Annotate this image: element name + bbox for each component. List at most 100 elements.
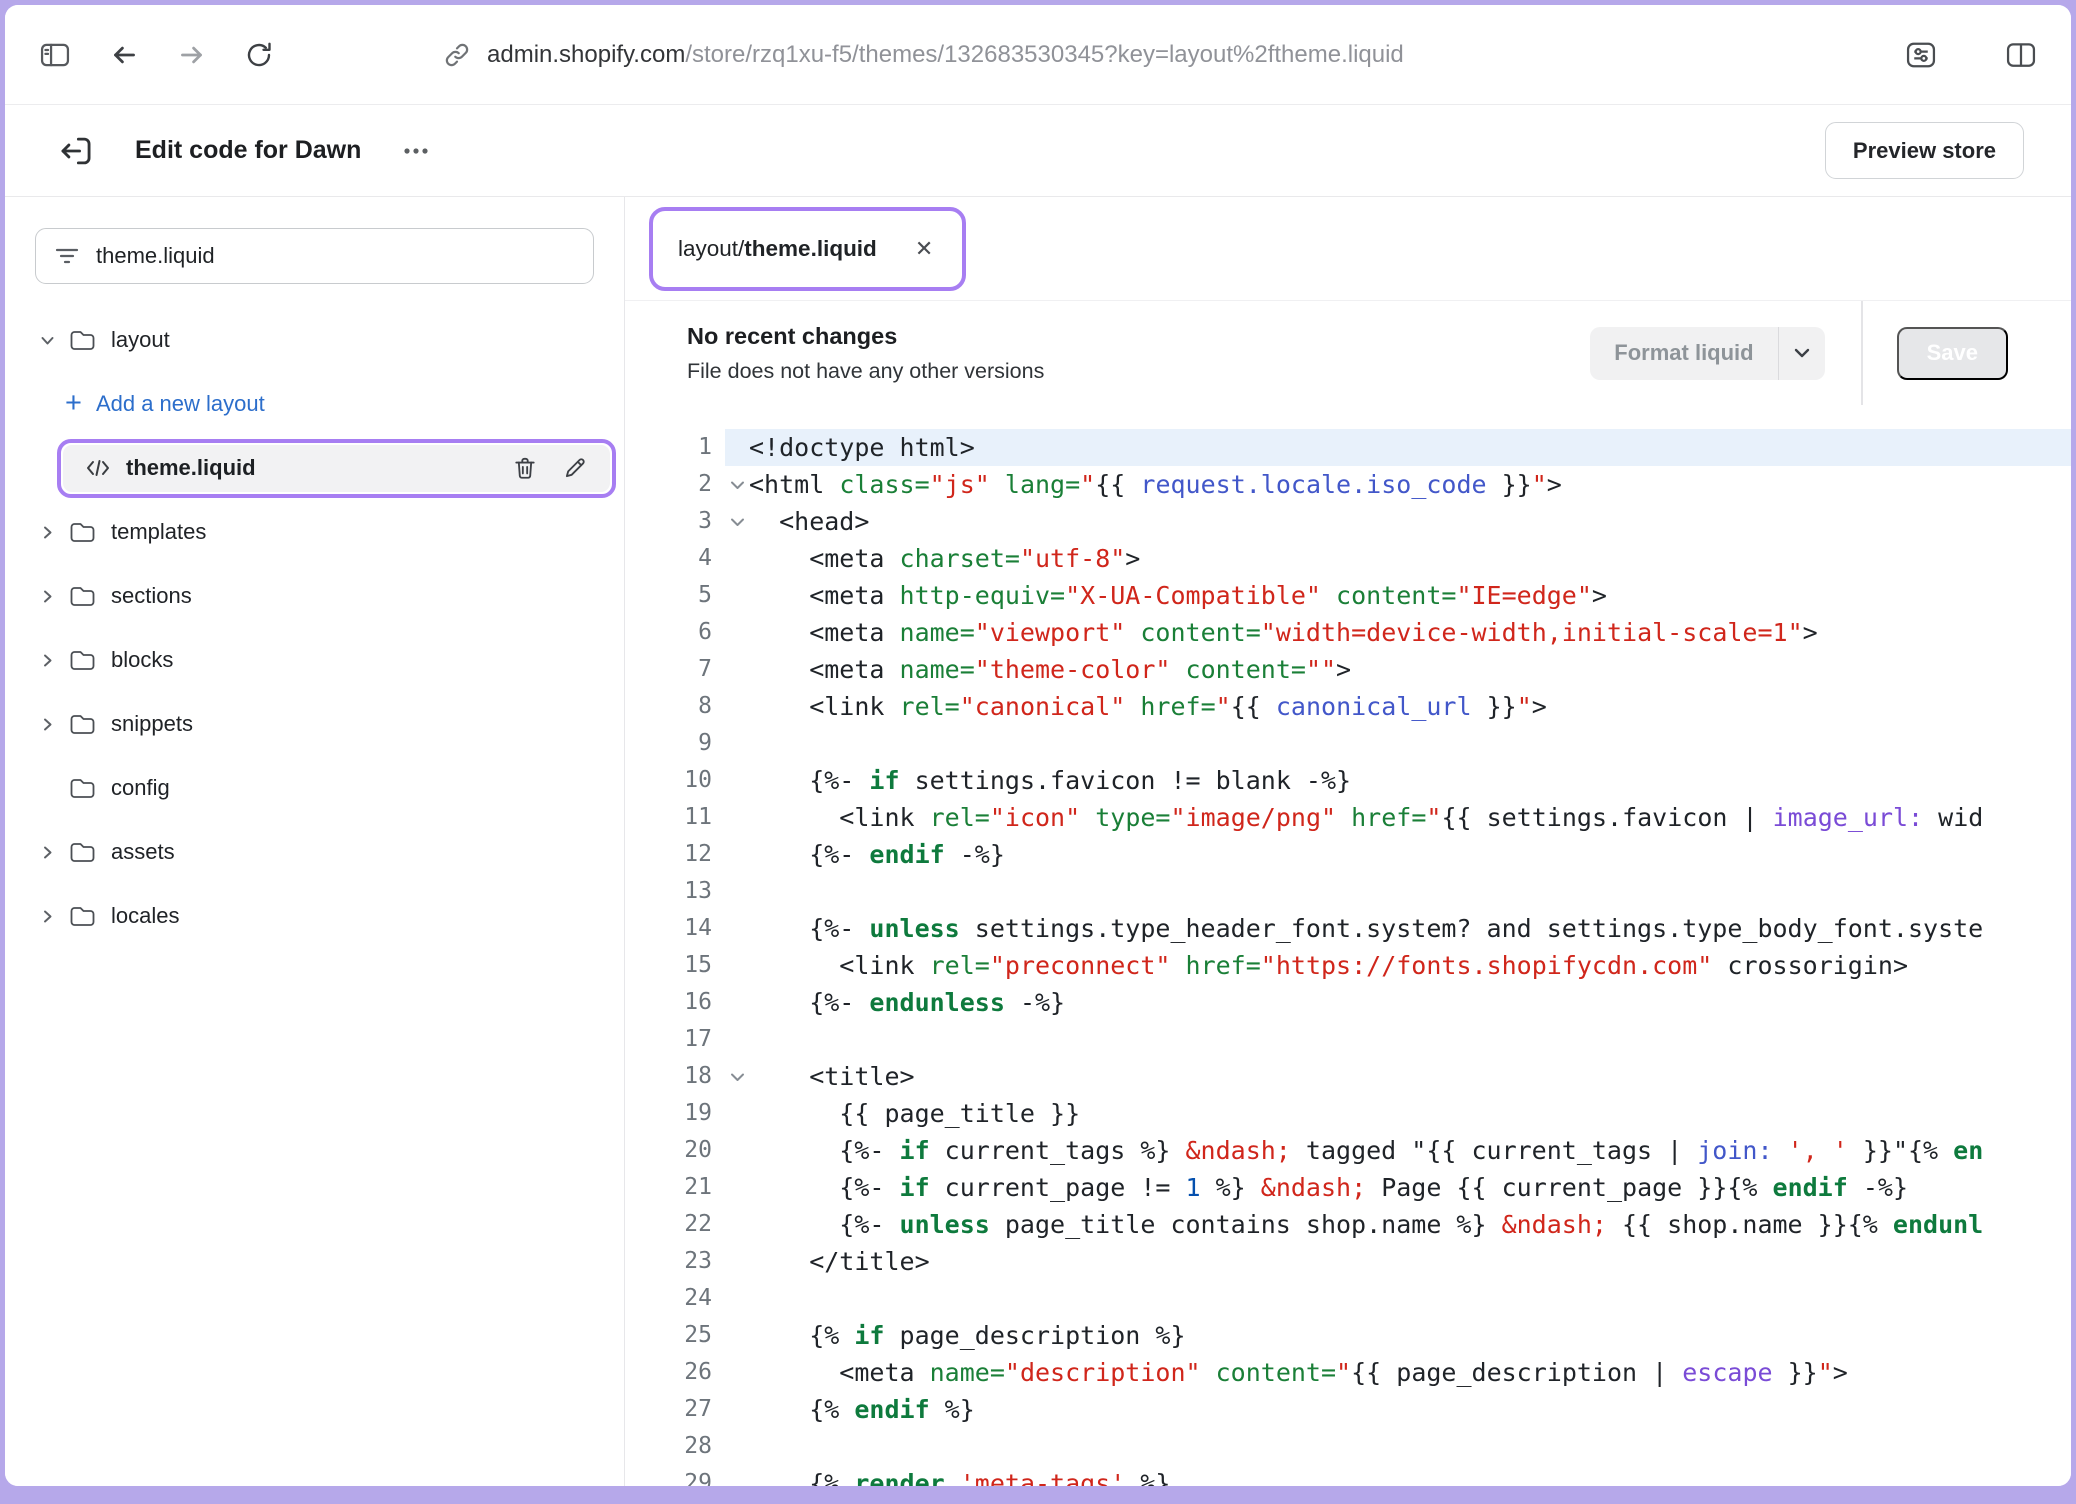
chevron-right-icon bbox=[39, 652, 56, 669]
file-search[interactable] bbox=[35, 228, 594, 284]
line-number: 21 bbox=[625, 1169, 725, 1206]
code-text: {% render 'meta-tags' %} bbox=[749, 1465, 1170, 1486]
code-text: {%- if settings.favicon != blank -%} bbox=[749, 762, 1351, 799]
tab-layout-theme-liquid[interactable]: layout/theme.liquid ✕ bbox=[662, 219, 953, 279]
code-line: 4 <meta charset="utf-8"> bbox=[625, 540, 2071, 577]
filter-icon bbox=[54, 246, 80, 266]
fold-toggle-icon[interactable] bbox=[725, 1058, 749, 1095]
sidebar-item-blocks[interactable]: blocks bbox=[5, 628, 624, 692]
url-bar[interactable]: admin.shopify.com/store/rzq1xu-f5/themes… bbox=[443, 41, 1404, 69]
sidebar-item-assets[interactable]: assets bbox=[5, 820, 624, 884]
chevron-down-icon bbox=[39, 332, 56, 349]
add-layout-label: Add a new layout bbox=[96, 391, 265, 417]
status-subtitle: File does not have any other versions bbox=[687, 359, 1044, 384]
fold-spacer bbox=[725, 429, 749, 466]
format-liquid-button[interactable]: Format liquid bbox=[1590, 327, 1777, 380]
page-settings-icon[interactable] bbox=[1903, 37, 1939, 73]
save-button[interactable]: Save bbox=[1897, 327, 2008, 380]
search-input[interactable] bbox=[96, 243, 575, 269]
chevron-spacer bbox=[39, 780, 56, 797]
tab-close-icon[interactable]: ✕ bbox=[905, 234, 943, 264]
line-number: 8 bbox=[625, 688, 725, 725]
code-text: <meta name="description" content="{{ pag… bbox=[749, 1354, 1848, 1391]
line-number: 27 bbox=[625, 1391, 725, 1428]
code-line: 2<html class="js" lang="{{ request.local… bbox=[625, 466, 2071, 503]
code-text: {% endif %} bbox=[749, 1391, 975, 1428]
line-number: 29 bbox=[625, 1465, 725, 1486]
exit-icon[interactable] bbox=[57, 132, 95, 170]
page-title: Edit code for Dawn bbox=[135, 136, 361, 165]
line-number: 10 bbox=[625, 762, 725, 799]
add-new-layout-button[interactable]: +Add a new layout bbox=[5, 372, 624, 436]
forward-icon[interactable] bbox=[175, 38, 209, 72]
selected-file-row[interactable]: theme.liquid bbox=[63, 445, 610, 492]
line-number: 24 bbox=[625, 1280, 725, 1317]
code-line: 15 <link rel="preconnect" href="https://… bbox=[625, 947, 2071, 984]
delete-file-icon[interactable] bbox=[512, 455, 538, 481]
code-text: {%- unless page_title contains shop.name… bbox=[749, 1206, 1983, 1243]
code-text: <link rel="canonical" href="{{ canonical… bbox=[749, 688, 1547, 725]
line-number: 20 bbox=[625, 1132, 725, 1169]
link-icon bbox=[443, 41, 471, 69]
tab-strip: layout/theme.liquid ✕ bbox=[625, 197, 2071, 301]
tree-item-label: locales bbox=[111, 903, 179, 929]
rename-file-icon[interactable] bbox=[562, 455, 588, 481]
code-editor[interactable]: 1<!doctype html>2<html class="js" lang="… bbox=[625, 405, 2071, 1486]
fold-spacer bbox=[725, 1317, 749, 1354]
back-icon[interactable] bbox=[107, 38, 141, 72]
fold-spacer bbox=[725, 1243, 749, 1280]
code-line: 14 {%- unless settings.type_header_font.… bbox=[625, 910, 2071, 947]
code-text: {{ page_title }} bbox=[749, 1095, 1080, 1132]
line-number: 2 bbox=[625, 466, 725, 503]
line-number: 4 bbox=[625, 540, 725, 577]
sidebar-item-layout[interactable]: layout bbox=[5, 308, 624, 372]
sidebar-toggle-icon[interactable] bbox=[37, 37, 73, 73]
fold-toggle-icon[interactable] bbox=[725, 466, 749, 503]
sidebar-item-config[interactable]: config bbox=[5, 756, 624, 820]
tree-item-label: snippets bbox=[111, 711, 193, 737]
fold-toggle-icon[interactable] bbox=[725, 503, 749, 540]
line-number: 14 bbox=[625, 910, 725, 947]
fold-spacer bbox=[725, 1169, 749, 1206]
line-number: 5 bbox=[625, 577, 725, 614]
more-menu-icon[interactable] bbox=[399, 134, 433, 168]
tree-item-label: assets bbox=[111, 839, 175, 865]
chevron-right-icon bbox=[39, 908, 56, 925]
code-line: 23 </title> bbox=[625, 1243, 2071, 1280]
fold-spacer bbox=[725, 1095, 749, 1132]
code-line: 26 <meta name="description" content="{{ … bbox=[625, 1354, 2071, 1391]
folder-icon bbox=[69, 777, 96, 800]
fold-spacer bbox=[725, 725, 749, 762]
code-line: 24 bbox=[625, 1280, 2071, 1317]
line-number: 23 bbox=[625, 1243, 725, 1280]
line-number: 16 bbox=[625, 984, 725, 1021]
file-tree: layout+Add a new layout theme.liquid templ… bbox=[5, 308, 624, 948]
code-line: 18 <title> bbox=[625, 1058, 2071, 1095]
sidebar-item-locales[interactable]: locales bbox=[5, 884, 624, 948]
line-number: 9 bbox=[625, 725, 725, 762]
code-lines: 1<!doctype html>2<html class="js" lang="… bbox=[625, 429, 2071, 1486]
code-line: 16 {%- endunless -%} bbox=[625, 984, 2071, 1021]
format-dropdown-button[interactable] bbox=[1779, 327, 1825, 380]
tree-item-label: templates bbox=[111, 519, 206, 545]
tab-path-prefix: layout/ bbox=[678, 236, 744, 262]
code-text: <meta http-equiv="X-UA-Compatible" conte… bbox=[749, 577, 1607, 614]
fold-spacer bbox=[725, 947, 749, 984]
folder-icon bbox=[69, 649, 96, 672]
fold-spacer bbox=[725, 762, 749, 799]
tree-item-label: sections bbox=[111, 583, 192, 609]
code-text: <meta charset="utf-8"> bbox=[749, 540, 1140, 577]
preview-store-button[interactable]: Preview store bbox=[1825, 122, 2024, 179]
split-view-icon[interactable] bbox=[2003, 37, 2039, 73]
code-text: <title> bbox=[749, 1058, 915, 1095]
code-line: 20 {%- if current_tags %} &ndash; tagged… bbox=[625, 1132, 2071, 1169]
reload-icon[interactable] bbox=[243, 39, 275, 71]
sidebar-item-templates[interactable]: templates bbox=[5, 500, 624, 564]
tree-item-label: config bbox=[111, 775, 170, 801]
line-number: 18 bbox=[625, 1058, 725, 1095]
sidebar-item-sections[interactable]: sections bbox=[5, 564, 624, 628]
code-line: 10 {%- if settings.favicon != blank -%} bbox=[625, 762, 2071, 799]
sidebar-item-snippets[interactable]: snippets bbox=[5, 692, 624, 756]
fold-spacer bbox=[725, 577, 749, 614]
line-number: 12 bbox=[625, 836, 725, 873]
